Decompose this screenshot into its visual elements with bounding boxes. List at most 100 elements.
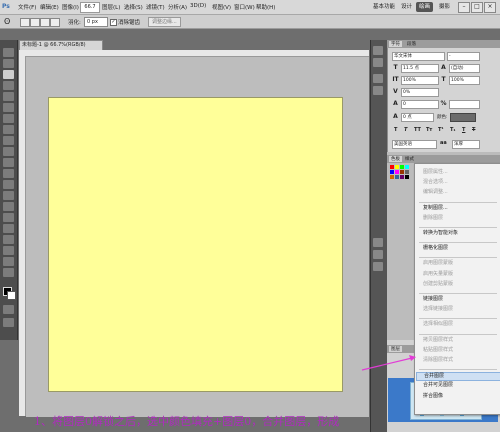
leading-field[interactable]: (自动) [449, 64, 480, 73]
refine-edge-button[interactable]: 调整边缘... [148, 17, 181, 27]
workspace-essentials[interactable]: 基本功能 [370, 2, 398, 12]
subscript-icon[interactable]: T₁ [450, 127, 456, 133]
font-style-select[interactable]: - [447, 52, 480, 61]
swatch-blue[interactable] [390, 170, 394, 174]
lasso-tool-icon[interactable]: ʘ [4, 17, 14, 26]
info-icon[interactable] [373, 250, 383, 259]
swatch-orange[interactable] [390, 175, 394, 179]
character-icon[interactable] [373, 74, 383, 83]
workspace-painting[interactable]: 绘画 [416, 2, 434, 12]
context-menu-item[interactable]: 复制图层... [423, 205, 448, 212]
eraser-tool-icon[interactable] [3, 158, 14, 167]
menu-select[interactable]: 选择(S) [124, 3, 143, 11]
font-size-field[interactable]: 11.5 点 [401, 64, 439, 73]
horizontal-scale-field[interactable]: 100% [449, 76, 480, 85]
zoom-tool-icon[interactable] [3, 268, 14, 277]
language-select[interactable]: 美国英语 [392, 140, 437, 149]
kerning-field[interactable]: 0% [401, 88, 439, 97]
gradient-tool-icon[interactable] [3, 169, 14, 178]
menu-3d[interactable]: 3D(D) [190, 3, 206, 9]
context-menu-item[interactable]: 拼合图像 [423, 393, 443, 400]
eyedropper-tool-icon[interactable] [3, 103, 14, 112]
faux-italic-icon[interactable]: T [404, 127, 407, 133]
history-brush-tool-icon[interactable] [3, 147, 14, 156]
shape-tool-icon[interactable] [3, 235, 14, 244]
swatch-black[interactable] [405, 175, 409, 179]
navigator-icon[interactable] [373, 238, 383, 247]
text-color-swatch[interactable] [450, 113, 476, 122]
healing-tool-icon[interactable] [3, 114, 14, 123]
intersect-selection-icon[interactable] [50, 18, 60, 27]
menu-view[interactable]: 视图(V) [212, 3, 231, 11]
font-family-select[interactable]: 华文宋体 [392, 52, 445, 61]
tracking-field[interactable]: 0 [401, 100, 439, 109]
history-icon[interactable] [373, 46, 383, 55]
3d-rotate-tool-icon[interactable] [3, 246, 14, 255]
context-menu-item[interactable]: 链接图层 [423, 296, 443, 303]
swatch-green[interactable] [400, 165, 404, 169]
menu-image[interactable]: 图像(I) [62, 3, 79, 11]
swatch-brown[interactable] [400, 170, 404, 174]
menu-help[interactable]: 帮助(H) [256, 3, 275, 11]
context-menu-item[interactable]: 合并图层 [416, 372, 500, 382]
pen-tool-icon[interactable] [3, 202, 14, 211]
small-caps-icon[interactable]: Tт [426, 127, 432, 133]
yellow-canvas[interactable] [48, 97, 343, 392]
menu-analysis[interactable]: 分析(A) [168, 3, 187, 11]
maximize-icon[interactable]: □ [471, 2, 483, 13]
underline-icon[interactable]: T [462, 127, 465, 133]
swatch-cyan[interactable] [405, 165, 409, 169]
histogram-icon[interactable] [373, 262, 383, 271]
brush-tool-icon[interactable] [3, 125, 14, 134]
antialias-select[interactable]: 浑厚 [452, 140, 480, 149]
antialias-checkbox[interactable]: ✓ [110, 19, 117, 26]
crop-tool-icon[interactable] [3, 92, 14, 101]
context-menu-item[interactable]: 栅格化图层 [423, 245, 448, 252]
tab-character[interactable]: 字符 [389, 41, 402, 47]
context-menu-item[interactable]: 合并可见图层 [423, 382, 453, 389]
vertical-scale-field[interactable]: 100% [401, 76, 439, 85]
all-caps-icon[interactable]: TT [414, 127, 421, 133]
menu-filter[interactable]: 滤镜(T) [146, 3, 165, 11]
menu-window[interactable]: 窗口(W) [234, 3, 255, 11]
menu-layer[interactable]: 图层(L) [102, 3, 120, 11]
marquee-tool-icon[interactable] [3, 59, 14, 68]
hand-tool-icon[interactable] [3, 257, 14, 266]
minimize-icon[interactable]: – [458, 2, 470, 13]
quick-select-tool-icon[interactable] [3, 81, 14, 90]
blur-tool-icon[interactable] [3, 180, 14, 189]
superscript-icon[interactable]: T¹ [438, 127, 444, 133]
workspace-photography[interactable]: 摄影 [436, 2, 453, 12]
faux-bold-icon[interactable]: T [394, 127, 397, 133]
swatch-red[interactable] [390, 165, 394, 169]
subtract-selection-icon[interactable] [40, 18, 50, 27]
swatch-purple[interactable] [400, 175, 404, 179]
swatch-magenta[interactable] [395, 170, 399, 174]
strikethrough-icon[interactable]: T [472, 127, 475, 133]
tab-styles[interactable]: 样式 [403, 156, 416, 162]
actions-icon[interactable] [373, 58, 383, 67]
quick-mask-icon[interactable] [3, 305, 14, 314]
baseline-shift-field[interactable]: 0 点 [401, 113, 434, 122]
background-color-swatch[interactable] [7, 291, 16, 300]
feather-input[interactable]: 0 px [84, 17, 108, 27]
stamp-tool-icon[interactable] [3, 136, 14, 145]
screen-mode-icon[interactable] [3, 318, 14, 327]
zoom-level[interactable]: 66.7 [80, 2, 100, 13]
swatch-yellow[interactable] [395, 165, 399, 169]
type-tool-icon[interactable] [3, 213, 14, 222]
tab-swatches[interactable]: 色板 [389, 156, 402, 162]
tab-paragraph[interactable]: 段落 [405, 41, 418, 47]
dodge-tool-icon[interactable] [3, 191, 14, 200]
add-selection-icon[interactable] [30, 18, 40, 27]
context-menu-item[interactable]: 转换为智能对象 [423, 230, 458, 237]
workspace-design[interactable]: 设计 [398, 2, 415, 12]
path-select-tool-icon[interactable] [3, 224, 14, 233]
swatch-steel[interactable] [395, 175, 399, 179]
paragraph-icon[interactable] [373, 86, 383, 95]
lasso-tool-icon[interactable] [3, 70, 14, 79]
swatch-gray[interactable] [405, 170, 409, 174]
menu-edit[interactable]: 编辑(E) [40, 3, 59, 11]
menu-file[interactable]: 文件(F) [18, 3, 36, 11]
new-selection-icon[interactable] [20, 18, 30, 27]
